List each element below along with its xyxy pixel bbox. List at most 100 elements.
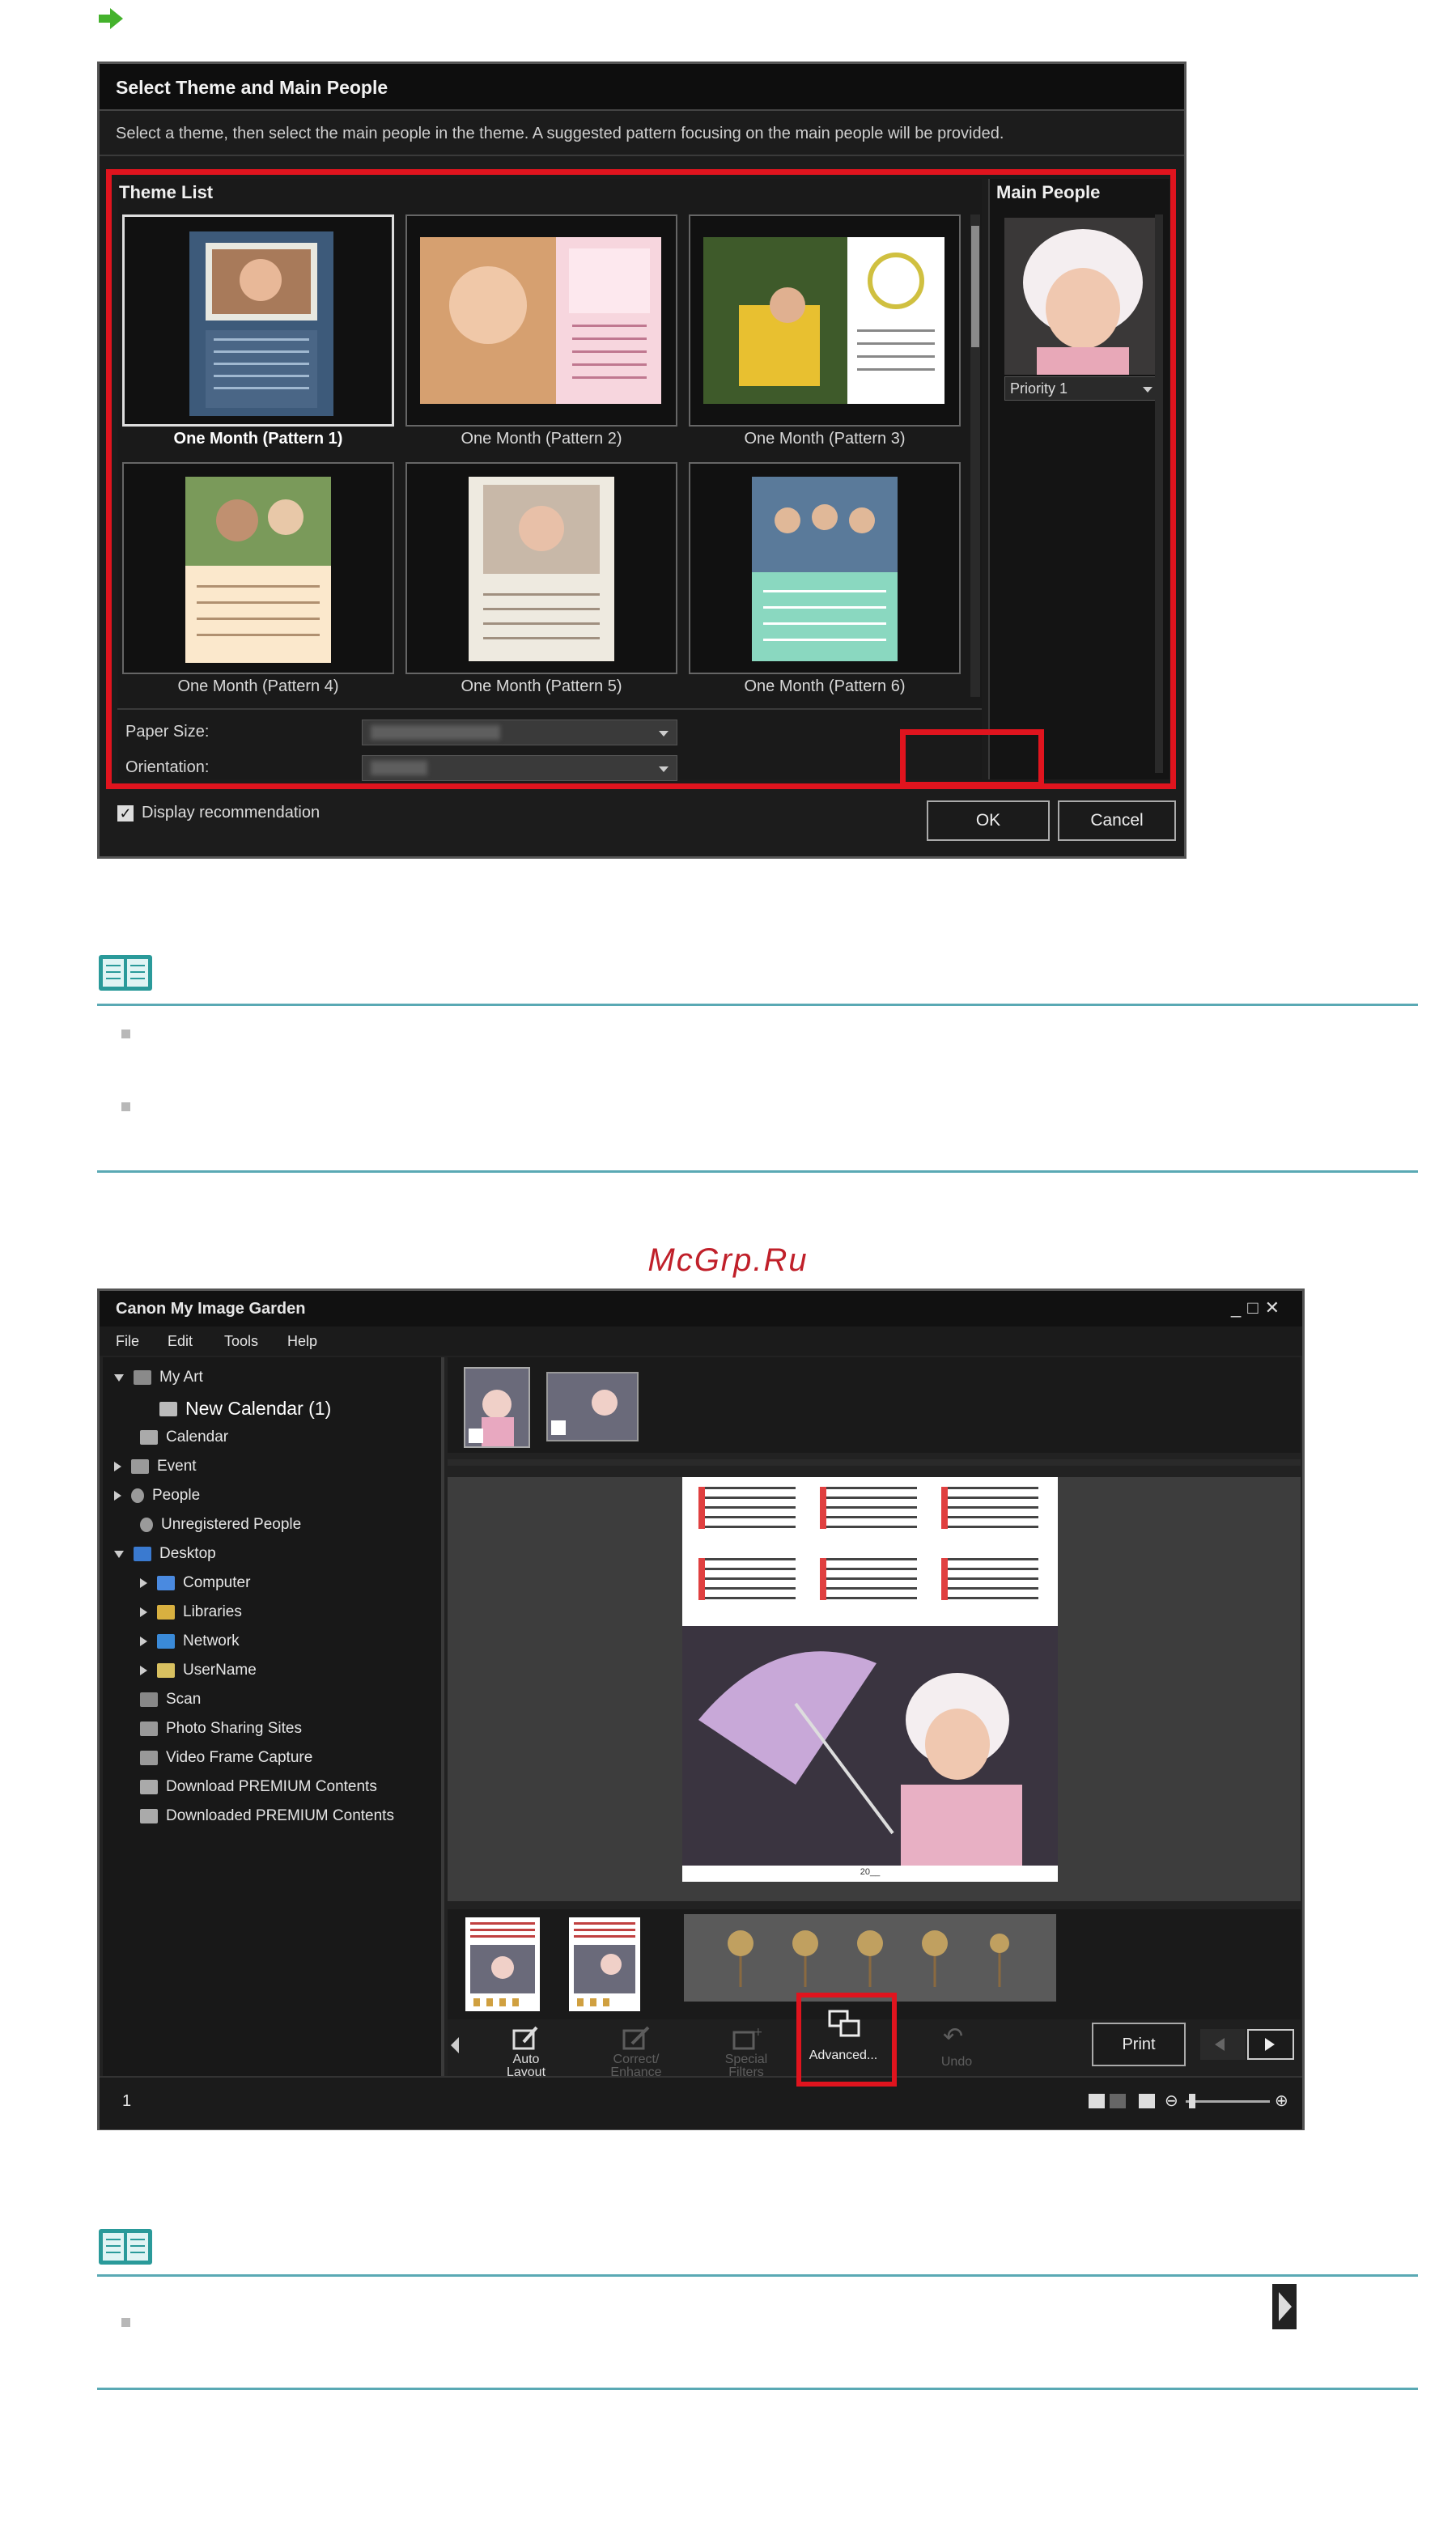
special-filters-icon: + bbox=[732, 2026, 762, 2050]
tree-item-scan[interactable]: Scan bbox=[140, 1691, 201, 1709]
correct-enhance-button[interactable]: Correct/ Enhance bbox=[592, 2023, 681, 2079]
calendar-year: 20__ bbox=[860, 1867, 881, 1877]
page-thumb-2[interactable] bbox=[569, 1917, 640, 2011]
auto-layout-icon bbox=[512, 2026, 538, 2050]
note-divider-top bbox=[97, 2274, 1418, 2277]
close-icon[interactable]: ✕ bbox=[1265, 1297, 1286, 1318]
tree-item-new-calendar[interactable]: New Calendar (1) bbox=[159, 1398, 331, 1420]
arrow-left-icon bbox=[1215, 2038, 1225, 2051]
display-recommendation-checkbox[interactable]: ✓ Display recommendation bbox=[117, 804, 320, 822]
info-icon[interactable]: 1 bbox=[122, 2092, 131, 2111]
next-page-button[interactable] bbox=[1247, 2029, 1294, 2060]
chevron-right-icon bbox=[140, 1607, 147, 1617]
tree-item-my-art[interactable]: My Art bbox=[114, 1369, 203, 1386]
view-mode-alt-icon[interactable] bbox=[1110, 2094, 1126, 2108]
svg-text:+: + bbox=[753, 2026, 762, 2039]
folder-icon bbox=[140, 1809, 158, 1823]
event-icon bbox=[131, 1459, 149, 1474]
libraries-icon bbox=[157, 1605, 175, 1620]
tree-item-downloaded-premium[interactable]: Downloaded PREMIUM Contents bbox=[140, 1807, 394, 1825]
tree-item-unregistered-people[interactable]: Unregistered People bbox=[140, 1516, 301, 1534]
tree-item-photo-sharing-sites[interactable]: Photo Sharing Sites bbox=[140, 1720, 302, 1738]
chevron-left-icon[interactable] bbox=[451, 2037, 459, 2053]
menu-file[interactable]: File bbox=[116, 1333, 139, 1350]
highlight-theme-people bbox=[106, 169, 1176, 789]
tree-item-username[interactable]: UserName bbox=[140, 1662, 257, 1679]
note-book-icon bbox=[99, 955, 152, 991]
edit-canvas: 20__ bbox=[448, 1477, 1301, 1901]
window-title: Canon My Image Garden bbox=[100, 1291, 1302, 1327]
calendar-item-icon bbox=[159, 1401, 177, 1416]
maximize-icon[interactable]: □ bbox=[1247, 1297, 1264, 1318]
menu-help[interactable]: Help bbox=[287, 1333, 317, 1350]
note-divider-bottom bbox=[97, 1170, 1418, 1173]
correct-enhance-icon bbox=[622, 2026, 650, 2050]
photo-sharing-icon bbox=[140, 1722, 158, 1736]
watermark-text: McGrp.Ru bbox=[647, 1242, 809, 1278]
special-filters-button[interactable]: + Special Filters bbox=[702, 2023, 791, 2079]
chevron-down-icon bbox=[114, 1550, 124, 1558]
menu-bar: File Edit Tools Help bbox=[100, 1327, 1302, 1356]
calendar-icon bbox=[140, 1430, 158, 1445]
green-arrow-icon bbox=[99, 8, 123, 29]
item-strip-scrollbar[interactable] bbox=[448, 1459, 1301, 1466]
my-art-icon bbox=[134, 1370, 151, 1385]
zoom-slider[interactable] bbox=[1186, 2094, 1270, 2108]
note-divider-top bbox=[97, 1004, 1418, 1006]
prev-page-button[interactable] bbox=[1200, 2029, 1246, 2060]
unregistered-person-icon bbox=[140, 1518, 153, 1532]
tree-item-download-premium[interactable]: Download PREMIUM Contents bbox=[140, 1778, 377, 1796]
note-bullet bbox=[121, 2318, 130, 2327]
chevron-down-icon bbox=[114, 1373, 124, 1382]
my-image-garden-window: Canon My Image Garden _□✕ File Edit Tool… bbox=[97, 1288, 1305, 2130]
zoom-slider-handle[interactable] bbox=[1189, 2094, 1195, 2108]
note-bullet bbox=[121, 1030, 130, 1038]
tree-item-network[interactable]: Network bbox=[140, 1632, 240, 1650]
menu-tools[interactable]: Tools bbox=[224, 1333, 258, 1350]
menu-edit[interactable]: Edit bbox=[168, 1333, 193, 1350]
highlight-ok bbox=[900, 729, 1044, 788]
display-recommendation-label: Display recommendation bbox=[142, 804, 320, 821]
dialog-title: Select Theme and Main People bbox=[100, 64, 1184, 111]
undo-button[interactable]: ↶ Undo bbox=[920, 2023, 993, 2074]
chevron-right-icon bbox=[140, 1578, 147, 1588]
page-thumb-1[interactable] bbox=[465, 1917, 540, 2011]
video-frame-icon bbox=[140, 1751, 158, 1765]
tree-item-computer[interactable]: Computer bbox=[140, 1574, 250, 1592]
checkbox-checked-icon: ✓ bbox=[117, 805, 134, 821]
navigation-tree: My Art New Calendar (1) Calendar Event P… bbox=[103, 1357, 444, 2076]
tree-item-desktop[interactable]: Desktop bbox=[114, 1545, 216, 1563]
arrow-right-icon bbox=[1265, 2038, 1275, 2051]
undo-icon: ↶ bbox=[943, 2023, 964, 2050]
ok-button[interactable]: OK bbox=[927, 800, 1050, 841]
auto-layout-button[interactable]: Auto Layout bbox=[482, 2023, 571, 2079]
print-button[interactable]: Print bbox=[1092, 2023, 1186, 2066]
tree-item-calendar[interactable]: Calendar bbox=[140, 1429, 228, 1446]
zoom-in-icon[interactable]: ⊕ bbox=[1275, 2091, 1288, 2111]
note-bullet bbox=[121, 1102, 130, 1111]
note-divider-bottom bbox=[97, 2388, 1418, 2390]
view-mode-icon[interactable] bbox=[1089, 2094, 1105, 2108]
user-folder-icon bbox=[157, 1663, 175, 1678]
note-book-icon bbox=[99, 2229, 152, 2265]
full-screen-icon[interactable] bbox=[1139, 2094, 1155, 2108]
window-controls: _□✕ bbox=[1231, 1297, 1286, 1318]
item-thumb-2[interactable] bbox=[546, 1372, 639, 1441]
tree-item-libraries[interactable]: Libraries bbox=[140, 1603, 242, 1621]
calendar-page[interactable]: 20__ bbox=[682, 1477, 1058, 1882]
download-premium-icon bbox=[140, 1780, 158, 1794]
item-thumb-1[interactable] bbox=[464, 1367, 530, 1448]
scan-icon bbox=[140, 1692, 158, 1707]
tree-item-people[interactable]: People bbox=[114, 1487, 200, 1505]
chevron-right-icon bbox=[140, 1637, 147, 1646]
dialog-subtitle: Select a theme, then select the main peo… bbox=[100, 113, 1184, 156]
computer-icon bbox=[157, 1576, 175, 1590]
zoom-out-icon[interactable]: ⊖ bbox=[1165, 2091, 1178, 2111]
minimize-icon[interactable]: _ bbox=[1231, 1297, 1247, 1318]
cancel-button[interactable]: Cancel bbox=[1058, 800, 1176, 841]
highlight-advanced bbox=[796, 1993, 897, 2087]
tree-item-event[interactable]: Event bbox=[114, 1458, 197, 1475]
background-pattern-thumb[interactable] bbox=[684, 1914, 1056, 2002]
chevron-right-icon bbox=[114, 1462, 121, 1471]
tree-item-video-frame-capture[interactable]: Video Frame Capture bbox=[140, 1749, 312, 1767]
